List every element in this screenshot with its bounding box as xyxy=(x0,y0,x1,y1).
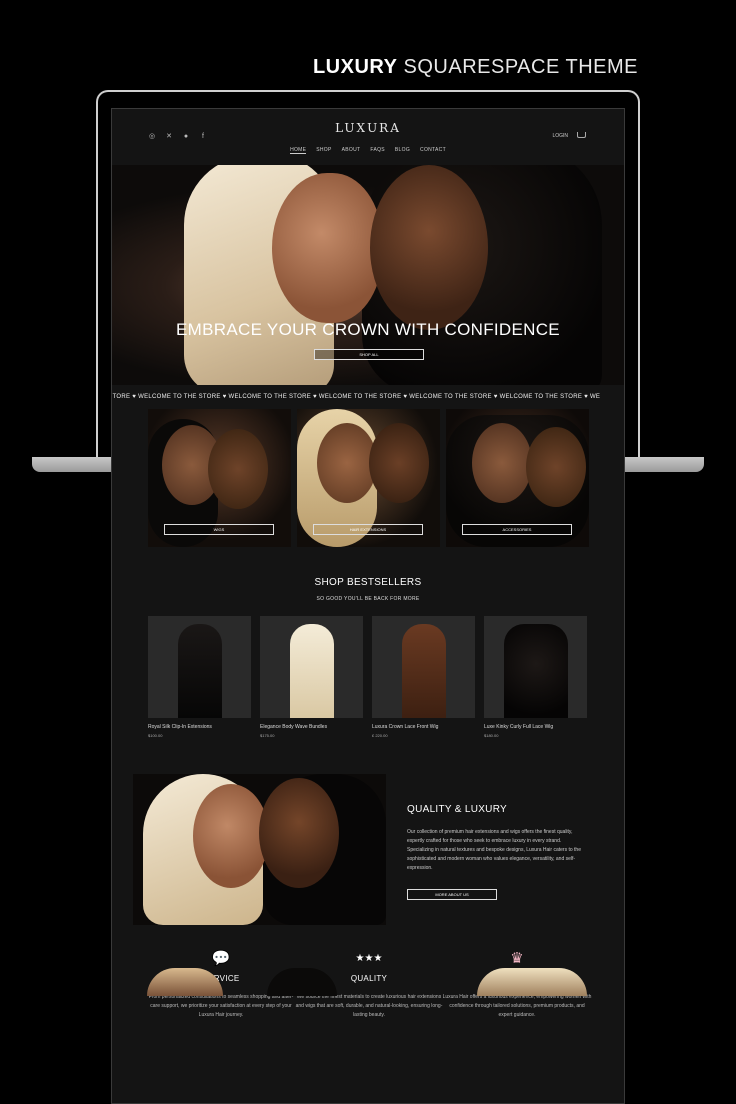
product-name[interactable]: Luxe Kinky Curly Full Lace Wig xyxy=(484,724,587,730)
login-link[interactable]: LOGIN xyxy=(552,133,568,139)
product-image-hair xyxy=(504,624,568,718)
category-image-model xyxy=(472,423,532,503)
bestsellers-title: SHOP BESTSELLERS xyxy=(314,577,422,588)
cart-icon[interactable] xyxy=(577,132,586,138)
headline-bold: LUXURY xyxy=(312,56,398,78)
more-about-us-button[interactable]: MORE ABOUT US xyxy=(407,889,497,900)
site-header: ◎ ✕ ● f LUXURA HOME SHOP ABOUT FAQS BLOG… xyxy=(112,109,624,165)
menu-blog[interactable]: BLOG xyxy=(395,147,410,154)
menu-home[interactable]: HOME xyxy=(290,147,307,154)
product-card[interactable]: Luxura Crown Lace Front Wig £ 220.00 xyxy=(372,616,475,738)
quality-title: QUALITY & LUXURY xyxy=(407,804,508,815)
headline-light: SQUARESPACE THEME xyxy=(403,56,638,78)
hero-image-model-a xyxy=(272,173,382,323)
product-image-hair xyxy=(402,624,446,718)
features-section: 💬 SERVICE From personalized consultation… xyxy=(112,948,624,1058)
headline: LUXURY SQUARESPACE THEME xyxy=(313,56,638,79)
category-card-hair-extensions[interactable]: HAIR EXTENSIONS xyxy=(297,409,440,547)
quality-image-model-a xyxy=(193,784,269,888)
announcement-ticker: E STORE ♥ WELCOME TO THE STORE ♥ WELCOME… xyxy=(112,385,624,409)
ticker-text: E STORE ♥ WELCOME TO THE STORE ♥ WELCOME… xyxy=(112,394,601,400)
product-image xyxy=(148,616,251,718)
quality-image-model-b xyxy=(259,778,339,888)
product-image-hair xyxy=(290,624,334,718)
feature-text: We source the finest materials to create… xyxy=(295,994,443,1018)
product-image xyxy=(484,616,587,718)
product-price: $180.00 xyxy=(484,733,499,738)
product-name[interactable]: Elegance Body Wave Bundles xyxy=(260,724,363,730)
product-image-hair xyxy=(178,624,222,718)
category-image-model xyxy=(317,423,377,503)
bottom-gallery-preview xyxy=(147,968,587,996)
product-image xyxy=(372,616,475,718)
category-label-accessories[interactable]: ACCESSORIES xyxy=(462,524,572,535)
quality-body: Our collection of premium hair extension… xyxy=(407,829,581,871)
product-card[interactable]: Luxe Kinky Curly Full Lace Wig $180.00 xyxy=(484,616,587,738)
site-logo[interactable]: LUXURA xyxy=(112,121,624,135)
hero-banner: EMBRACE YOUR CROWN WITH CONFIDENCE SHOP … xyxy=(112,165,624,385)
category-image-model xyxy=(369,423,429,503)
shop-all-button[interactable]: SHOP ALL xyxy=(314,349,424,360)
product-image xyxy=(260,616,363,718)
stars-icon: ★★★ xyxy=(355,953,383,964)
main-menu: HOME SHOP ABOUT FAQS BLOG CONTACT xyxy=(112,147,624,154)
gallery-image xyxy=(267,968,337,996)
chat-bubbles-icon: 💬 xyxy=(211,950,231,967)
category-label-wigs[interactable]: WIGS xyxy=(164,524,274,535)
category-card-wigs[interactable]: WIGS xyxy=(148,409,291,547)
category-label-hair-extensions[interactable]: HAIR EXTENSIONS xyxy=(313,524,423,535)
product-price: $175.00 xyxy=(260,733,275,738)
menu-faqs[interactable]: FAQS xyxy=(370,147,385,154)
product-card[interactable]: Elegance Body Wave Bundles $175.00 xyxy=(260,616,363,738)
product-price: $100.00 xyxy=(148,733,163,738)
category-image-model xyxy=(526,427,586,507)
gallery-image xyxy=(147,968,223,996)
product-name[interactable]: Royal Silk Clip-In Extensions xyxy=(148,724,251,730)
quality-image xyxy=(133,774,386,925)
product-price: £ 220.00 xyxy=(372,733,388,738)
product-card[interactable]: Royal Silk Clip-In Extensions $100.00 xyxy=(148,616,251,738)
website-preview: ◎ ✕ ● f LUXURA HOME SHOP ABOUT FAQS BLOG… xyxy=(111,108,625,1104)
menu-shop[interactable]: SHOP xyxy=(316,147,331,154)
product-grid: Royal Silk Clip-In Extensions $100.00 El… xyxy=(112,616,624,766)
feature-text: Luxura Hair offers a luxurious experienc… xyxy=(442,994,592,1018)
menu-about[interactable]: ABOUT xyxy=(342,147,361,154)
feature-text: From personalized consultations to seaml… xyxy=(148,994,294,1018)
bestsellers-subtitle: SO GOOD YOU'LL BE BACK FOR MORE xyxy=(316,596,420,602)
quality-section: QUALITY & LUXURY Our collection of premi… xyxy=(112,774,624,944)
product-name[interactable]: Luxura Crown Lace Front Wig xyxy=(372,724,475,730)
hero-title: EMBRACE YOUR CROWN WITH CONFIDENCE xyxy=(176,320,560,339)
category-card-accessories[interactable]: ACCESSORIES xyxy=(446,409,589,547)
gallery-image xyxy=(477,968,587,996)
category-image-model xyxy=(208,429,268,509)
crown-icon: ♛ xyxy=(510,950,524,967)
menu-contact[interactable]: CONTACT xyxy=(420,147,446,154)
hero-image-model-b xyxy=(370,165,488,330)
category-grid: WIGS HAIR EXTENSIONS ACCESSORIES xyxy=(112,409,624,551)
